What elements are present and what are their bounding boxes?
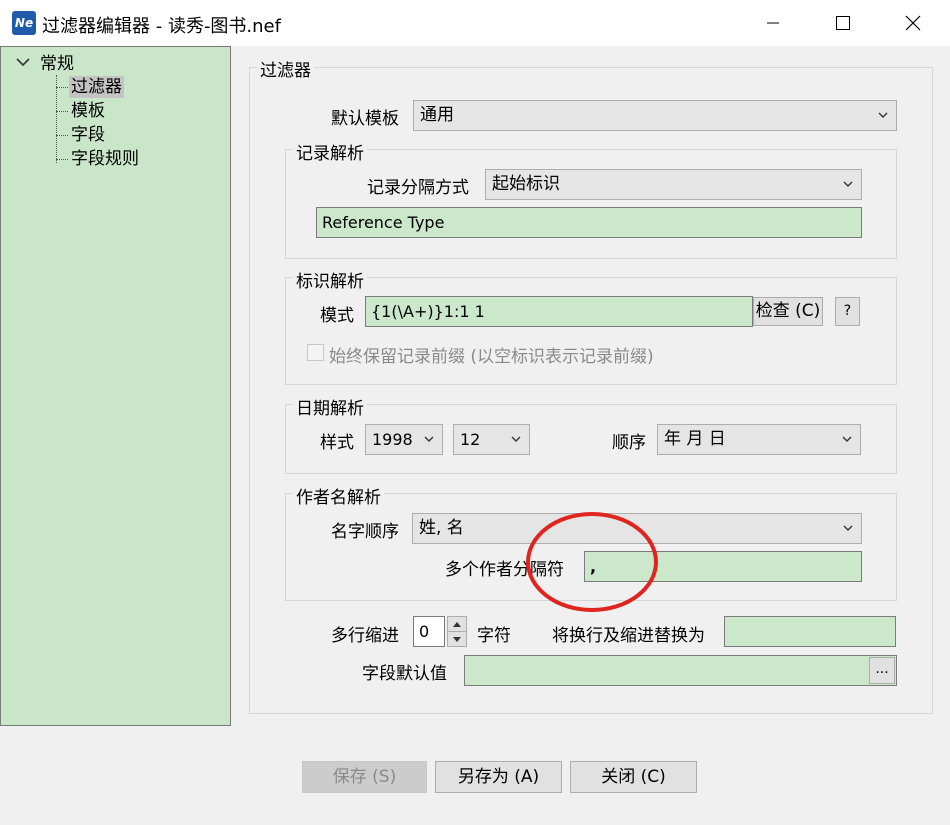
record-separator-label: 记录分隔方式: [367, 178, 469, 198]
replace-newline-label: 将换行及缩进替换为: [552, 626, 705, 646]
navigation-tree[interactable]: 常规 过滤器 模板 字段 字段规则: [0, 46, 231, 726]
close-button[interactable]: 关闭 (C): [570, 761, 697, 793]
date-order-value: 年 月 日: [664, 429, 726, 449]
keep-prefix-label: 始终保留记录前缀 (以空标识表示记录前缀): [329, 347, 654, 367]
check-pattern-button[interactable]: 检查 (C): [753, 297, 823, 326]
minimize-button[interactable]: [750, 0, 796, 46]
close-window-button[interactable]: [890, 0, 936, 46]
filter-group-title: 过滤器: [257, 56, 314, 81]
pattern-label: 模式: [320, 306, 354, 326]
tree-connector: [56, 75, 57, 163]
date-month-select[interactable]: 12: [453, 424, 530, 455]
record-parse-title: 记录解析: [293, 139, 367, 164]
title-bar: Ne 过滤器编辑器 - 读秀-图书.nef: [0, 0, 950, 46]
arrow-up-icon[interactable]: [452, 621, 462, 628]
field-default-input[interactable]: [464, 655, 897, 686]
replace-newline-input[interactable]: [724, 616, 896, 647]
date-year-select[interactable]: 1998: [365, 424, 443, 455]
maximize-button[interactable]: [820, 0, 866, 46]
chevron-down-icon: [878, 112, 888, 118]
tree-item-field-rules[interactable]: 字段规则: [71, 148, 139, 170]
save-as-button[interactable]: 另存为 (A): [435, 761, 562, 793]
close-icon: [905, 15, 921, 31]
tag-parse-title: 标识解析: [293, 267, 367, 292]
date-style-label: 样式: [320, 433, 354, 453]
window-title: 过滤器编辑器 - 读秀-图书.nef: [42, 16, 281, 37]
indent-unit-label: 字符: [477, 626, 511, 646]
default-template-label: 默认模板: [331, 109, 399, 129]
app-icon: Ne: [12, 11, 36, 35]
chevron-down-icon: [842, 436, 852, 442]
tree-connector: [56, 111, 68, 112]
date-year-value: 1998: [372, 430, 413, 449]
record-parse-group: [285, 149, 897, 259]
field-default-label: 字段默认值: [362, 664, 447, 684]
tree-connector: [56, 159, 68, 160]
date-order-select[interactable]: 年 月 日: [657, 424, 861, 455]
chevron-down-icon[interactable]: [15, 56, 31, 68]
tree-root-general[interactable]: 常规: [40, 53, 74, 75]
author-parse-title: 作者名解析: [293, 483, 384, 508]
record-separator-value: 起始标识: [492, 174, 560, 194]
tree-connector: [56, 135, 68, 136]
indent-input[interactable]: 0: [413, 616, 445, 647]
help-button[interactable]: ?: [835, 297, 860, 326]
spinner-divider: [448, 631, 466, 632]
chevron-down-icon: [424, 436, 434, 442]
save-button[interactable]: 保存 (S): [302, 761, 427, 793]
pattern-input[interactable]: {1(\A+)}1:1 1: [365, 296, 753, 327]
record-start-tag-input[interactable]: Reference Type: [316, 207, 862, 238]
name-order-value: 姓, 名: [419, 518, 464, 538]
date-month-value: 12: [460, 430, 481, 449]
annotation-circle: [526, 512, 658, 612]
field-default-browse-button[interactable]: ...: [869, 657, 895, 684]
maximize-icon: [836, 16, 850, 30]
tree-item-fields[interactable]: 字段: [71, 124, 105, 146]
default-template-select[interactable]: 通用: [413, 100, 897, 131]
chevron-down-icon: [511, 436, 521, 442]
date-order-label: 顺序: [612, 433, 646, 453]
date-parse-title: 日期解析: [293, 394, 367, 419]
chevron-down-icon: [843, 525, 853, 531]
default-template-value: 通用: [420, 105, 454, 125]
record-separator-select[interactable]: 起始标识: [485, 169, 862, 200]
arrow-down-icon[interactable]: [452, 636, 462, 643]
tag-parse-group: [285, 277, 897, 385]
indent-spinner[interactable]: [447, 616, 467, 647]
tree-item-template[interactable]: 模板: [71, 100, 105, 122]
name-order-label: 名字顺序: [331, 522, 399, 542]
chevron-down-icon: [843, 181, 853, 187]
tree-connector: [56, 87, 68, 88]
tree-item-filter[interactable]: 过滤器: [69, 76, 124, 98]
minimize-icon: [767, 22, 779, 24]
indent-label: 多行缩进: [331, 626, 399, 646]
keep-prefix-checkbox[interactable]: [307, 344, 324, 361]
